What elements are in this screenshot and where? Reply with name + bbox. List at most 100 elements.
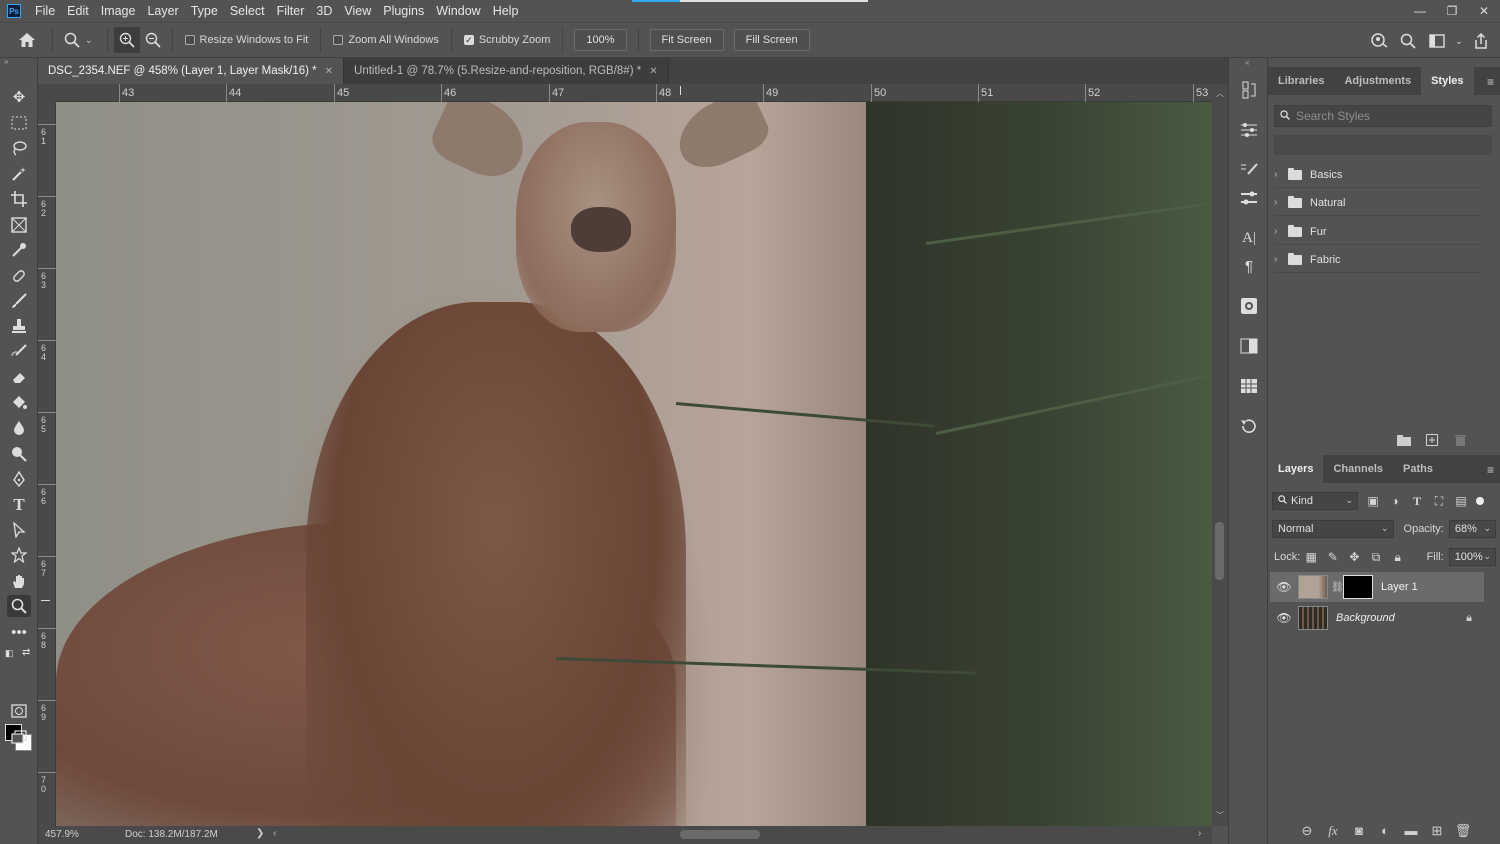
scroll-up-icon[interactable]: ︿ xyxy=(1216,88,1224,99)
delete-style-icon[interactable] xyxy=(1446,434,1474,449)
collapse-toolbar-icon[interactable]: » xyxy=(0,58,37,68)
type-tool-icon[interactable]: T xyxy=(7,494,31,516)
lock-transparent-icon[interactable]: ▦ xyxy=(1300,550,1322,564)
layer-row-layer-1[interactable]: 👁︎ ⛓︎ Layer 1 xyxy=(1270,572,1484,602)
zoom-in-icon[interactable] xyxy=(113,27,140,53)
clone-stamp-tool-icon[interactable] xyxy=(7,315,31,337)
filter-toggle-icon[interactable] xyxy=(1476,497,1484,505)
tab-paths[interactable]: Paths xyxy=(1393,455,1443,483)
menu-3d[interactable]: 3D xyxy=(310,0,338,22)
fx-icon[interactable]: fx xyxy=(1320,823,1346,839)
blur-tool-icon[interactable] xyxy=(7,417,31,439)
filter-adjustment-icon[interactable]: ◑ xyxy=(1384,494,1406,508)
panel-menu-icon[interactable]: ≡ xyxy=(1487,463,1494,477)
scrubby-zoom-checkbox[interactable]: ✓ Scrubby Zoom xyxy=(463,34,550,46)
dodge-tool-icon[interactable] xyxy=(7,443,31,465)
opacity-input[interactable]: 68% ⌄ xyxy=(1448,520,1496,538)
zoom-out-icon[interactable] xyxy=(140,27,166,53)
lock-icon[interactable]: 🔒︎ xyxy=(1466,612,1472,625)
checkmark-icon[interactable]: ✓ xyxy=(463,35,474,45)
layer-row-background[interactable]: 👁︎ Background 🔒︎ xyxy=(1270,603,1484,633)
magic-wand-tool-icon[interactable] xyxy=(7,163,31,185)
menu-type[interactable]: Type xyxy=(185,0,224,22)
checkbox-box[interactable] xyxy=(184,35,195,45)
menu-edit[interactable]: Edit xyxy=(61,0,95,22)
layer-kind-filter[interactable]: Kind ⌄ xyxy=(1272,492,1358,510)
delete-layer-icon[interactable]: 🗑︎ xyxy=(1450,823,1476,839)
filter-shape-icon[interactable]: ⛶ xyxy=(1428,494,1450,509)
styles-folder-basics[interactable]: › Basics xyxy=(1274,162,1482,188)
zoom-tool-preset-icon[interactable] xyxy=(59,27,85,53)
frame-tool-icon[interactable] xyxy=(7,214,31,236)
layer-name[interactable]: Background xyxy=(1336,612,1395,624)
healing-brush-tool-icon[interactable] xyxy=(7,265,31,287)
link-layers-icon[interactable]: ⊖ xyxy=(1294,823,1320,839)
tab-libraries[interactable]: Libraries xyxy=(1268,67,1334,95)
path-selection-tool-icon[interactable] xyxy=(7,519,31,541)
document-canvas[interactable] xyxy=(56,102,1212,826)
tab-untitled-1[interactable]: Untitled-1 @ 78.7% (5.Resize-and-reposit… xyxy=(344,58,669,84)
default-colors-icon[interactable]: ◧ xyxy=(5,648,14,659)
crop-tool-icon[interactable] xyxy=(7,188,31,210)
marquee-tool-icon[interactable] xyxy=(7,112,31,134)
menu-window[interactable]: Window xyxy=(430,0,486,22)
menu-file[interactable]: File xyxy=(29,0,61,22)
new-group-folder-icon[interactable]: ▬ xyxy=(1398,823,1424,839)
filter-pixel-icon[interactable]: ▣ xyxy=(1362,494,1384,508)
vertical-ruler[interactable]: 6 1 6 2 6 3 6 4 6 5 6 6 6 7 6 8 6 9 7 0 xyxy=(38,102,56,826)
more-tools-icon[interactable]: ••• xyxy=(7,621,31,643)
lock-artboard-icon[interactable]: ⧉ xyxy=(1365,550,1387,565)
share-icon[interactable] xyxy=(1468,28,1494,54)
hand-tool-icon[interactable] xyxy=(7,570,31,592)
paint-bucket-tool-icon[interactable] xyxy=(7,392,31,414)
layer-thumbnail[interactable] xyxy=(1298,606,1328,630)
minimize-button[interactable]: — xyxy=(1404,0,1436,22)
tab-layers[interactable]: Layers xyxy=(1268,455,1324,483)
swap-colors-icon[interactable]: ⇄ xyxy=(22,647,30,658)
horizontal-scrollbar[interactable]: ‹ › xyxy=(270,826,1212,844)
screen-mode-icon[interactable] xyxy=(7,726,31,748)
lock-all-icon[interactable]: 🔒︎ xyxy=(1387,550,1409,565)
history-states-icon[interactable] xyxy=(1237,414,1261,438)
eraser-tool-icon[interactable] xyxy=(7,366,31,388)
workspace-icon[interactable] xyxy=(1424,28,1450,54)
swatches-panel-icon[interactable] xyxy=(1237,374,1261,398)
pen-tool-icon[interactable] xyxy=(7,468,31,490)
home-icon[interactable] xyxy=(14,27,40,53)
horizontal-ruler[interactable]: 43 44 45 46 47 48 49 50 51 52 53 xyxy=(56,84,1212,102)
menu-layer[interactable]: Layer xyxy=(141,0,184,22)
new-layer-icon[interactable]: ⊞ xyxy=(1424,823,1450,839)
brush-settings-icon[interactable] xyxy=(1237,158,1261,182)
styles-folder-natural[interactable]: › Natural xyxy=(1274,190,1482,216)
close-icon[interactable]: ✕ xyxy=(325,66,333,77)
styles-search-input[interactable]: Search Styles xyxy=(1274,105,1492,127)
chevron-right-icon[interactable]: › xyxy=(1274,226,1286,237)
scrollbar-thumb[interactable] xyxy=(680,830,760,839)
visibility-eye-icon[interactable]: 👁︎ xyxy=(1270,611,1298,625)
menu-select[interactable]: Select xyxy=(224,0,271,22)
lock-position-icon[interactable]: ✥ xyxy=(1344,550,1366,564)
character-panel-icon[interactable]: A| xyxy=(1237,226,1261,250)
restore-button[interactable]: ❐ xyxy=(1436,0,1468,22)
tab-adjustments[interactable]: Adjustments xyxy=(1334,67,1421,95)
tab-styles[interactable]: Styles xyxy=(1421,67,1474,95)
properties-panel-icon[interactable] xyxy=(1237,294,1261,318)
scroll-down-icon[interactable]: ﹀ xyxy=(1216,810,1224,821)
blend-mode-select[interactable]: Normal ⌄ xyxy=(1272,520,1394,538)
styles-folder-fabric[interactable]: › Fabric xyxy=(1274,247,1482,273)
checkbox-box[interactable] xyxy=(333,35,344,45)
chevron-right-icon[interactable]: › xyxy=(1274,169,1286,180)
close-button[interactable]: ✕ xyxy=(1468,0,1500,22)
menu-view[interactable]: View xyxy=(338,0,377,22)
tab-dsc-2354[interactable]: DSC_2354.NEF @ 458% (Layer 1, Layer Mask… xyxy=(38,58,345,84)
history-panel-icon[interactable] xyxy=(1237,78,1261,102)
panel-menu-icon[interactable]: ≡ xyxy=(1487,75,1494,89)
zoom-percent-button[interactable]: 100% xyxy=(574,29,627,51)
tab-channels[interactable]: Channels xyxy=(1323,455,1393,483)
shape-tool-icon[interactable] xyxy=(7,544,31,566)
fill-input[interactable]: 100% ⌄ xyxy=(1448,548,1497,566)
layer-thumbnail[interactable] xyxy=(1298,575,1328,599)
status-zoom-level[interactable]: 457.9% xyxy=(45,829,79,840)
fill-screen-button[interactable]: Fill Screen xyxy=(733,29,810,51)
styles-folder-fur[interactable]: › Fur xyxy=(1274,219,1482,245)
